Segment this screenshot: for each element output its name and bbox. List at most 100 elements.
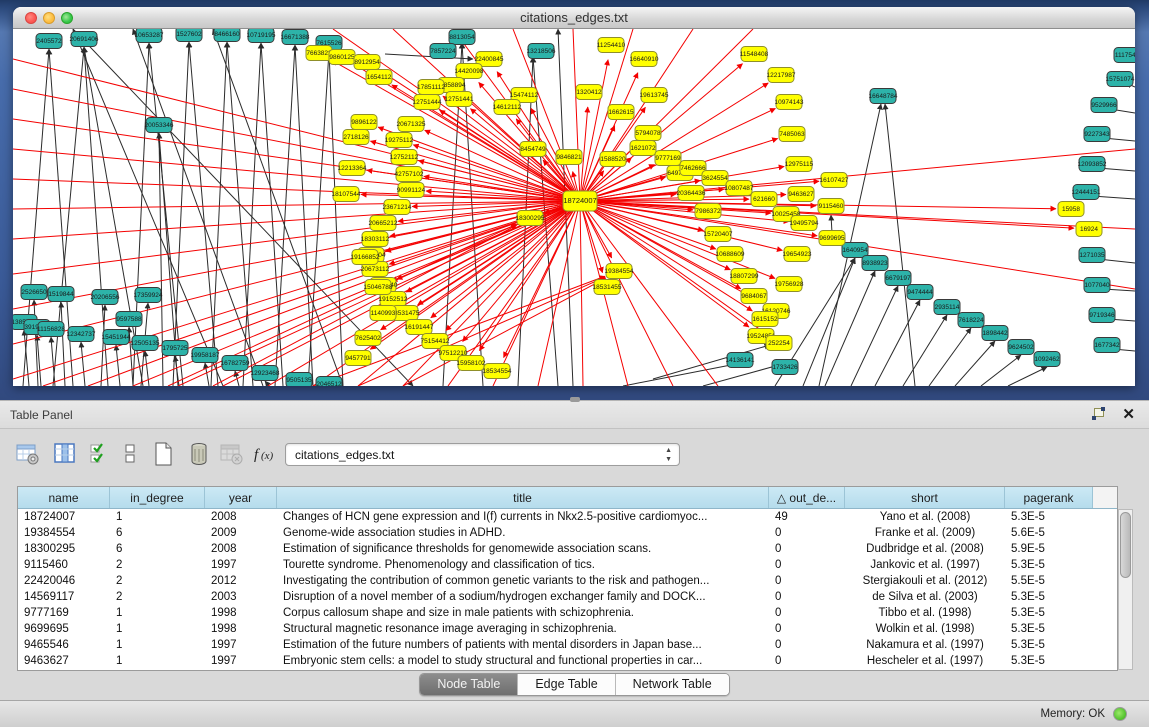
network-canvas-svg[interactable]: 2405572206914061065328715276028466160107…: [13, 29, 1135, 386]
graph-node[interactable]: 1117544: [1114, 48, 1135, 63]
graph-node[interactable]: 2718126: [343, 130, 369, 145]
graph-node[interactable]: 9846821: [556, 150, 582, 165]
graph-node[interactable]: 9860125: [329, 50, 355, 65]
graph-node[interactable]: 19958187: [191, 348, 220, 363]
graph-node[interactable]: 12505135: [131, 336, 160, 351]
graph-node[interactable]: 1527602: [176, 29, 202, 42]
graph-node[interactable]: 42757102: [395, 167, 424, 182]
column-header-title[interactable]: title: [277, 487, 769, 508]
graph-node[interactable]: 9529966: [1091, 98, 1117, 113]
graph-node[interactable]: 1662615: [608, 105, 634, 120]
table-row[interactable]: 1830029562008Estimation of significance …: [18, 541, 1117, 557]
graph-node[interactable]: 9896122: [351, 115, 377, 130]
graph-node[interactable]: 9719346: [1089, 308, 1115, 323]
graph-node[interactable]: 14612112: [493, 100, 522, 115]
network-table-select[interactable]: citations_edges.txt ▲▼: [285, 443, 680, 466]
graph-node[interactable]: 2526650: [21, 285, 47, 300]
graph-node[interactable]: 19654923: [783, 247, 812, 262]
graph-node[interactable]: 12975115: [785, 157, 814, 172]
graph-node-hub[interactable]: 18724007: [563, 191, 597, 211]
graph-node[interactable]: 1519844: [48, 287, 74, 302]
graph-node[interactable]: 1588520: [600, 152, 626, 167]
graph-node[interactable]: 1795725: [162, 341, 188, 356]
graph-node[interactable]: 18107544: [332, 187, 361, 202]
graph-node[interactable]: 19495794: [790, 216, 819, 231]
import-table-icon[interactable]: [218, 441, 245, 471]
graph-node[interactable]: 15046788: [364, 280, 393, 295]
column-visibility-icon[interactable]: [52, 441, 79, 471]
graph-node[interactable]: 7625402: [355, 331, 381, 346]
graph-node[interactable]: 12444151: [1072, 185, 1101, 200]
column-header-short[interactable]: short: [845, 487, 1005, 508]
graph-node[interactable]: 19275112: [385, 133, 414, 148]
graph-node[interactable]: 7986372: [695, 204, 721, 219]
graph-node[interactable]: 621660: [751, 192, 777, 207]
float-panel-icon[interactable]: [1092, 408, 1105, 420]
graph-node[interactable]: 9684067: [741, 289, 767, 304]
function-builder-icon[interactable]: f(x): [252, 441, 279, 471]
graph-node[interactable]: 11254410: [597, 38, 626, 53]
graph-node[interactable]: 20206556: [91, 290, 120, 305]
graph-node[interactable]: 9227343: [1084, 127, 1110, 142]
graph-node[interactable]: 11548408: [740, 47, 769, 62]
graph-node[interactable]: 8912954: [354, 55, 380, 70]
table-scrollbar[interactable]: [1118, 509, 1133, 670]
graph-node[interactable]: 16640910: [630, 52, 659, 67]
column-header-name[interactable]: name: [18, 487, 110, 508]
graph-node[interactable]: 12213364: [338, 161, 367, 176]
graph-node[interactable]: 16671388: [281, 30, 310, 45]
close-panel-icon[interactable]: ✕: [1122, 405, 1135, 423]
graph-node[interactable]: 2405572: [36, 34, 62, 49]
graph-node[interactable]: 20671325: [397, 117, 426, 132]
graph-node[interactable]: 17851112: [417, 80, 445, 95]
table-row[interactable]: 1872400712008Changes of HCN gene express…: [18, 509, 1117, 525]
graph-node[interactable]: 8466160: [214, 29, 240, 42]
graph-node[interactable]: 18807299: [730, 269, 759, 284]
graph-node[interactable]: 10807487: [725, 181, 754, 196]
graph-node[interactable]: 20053346: [145, 118, 174, 133]
graph-node[interactable]: 16107427: [820, 173, 849, 188]
graph-node[interactable]: 18534554: [483, 364, 512, 379]
tab-node-table[interactable]: Node Table: [420, 674, 518, 695]
graph-node[interactable]: 16782759: [221, 356, 250, 371]
graph-node[interactable]: 1677342: [1094, 338, 1120, 353]
graph-node[interactable]: 11156828: [37, 322, 65, 337]
graph-node[interactable]: 90991124: [397, 183, 426, 198]
graph-node[interactable]: 12752112: [390, 150, 419, 165]
graph-node[interactable]: 16191447: [405, 320, 434, 335]
graph-node[interactable]: 13218506: [527, 44, 556, 59]
graph-node[interactable]: 19756928: [775, 277, 804, 292]
tab-edge-table[interactable]: Edge Table: [518, 674, 615, 695]
graph-node[interactable]: 16924: [1076, 222, 1102, 237]
new-table-icon[interactable]: [150, 441, 177, 471]
graph-node[interactable]: 15751074: [1106, 72, 1135, 87]
graph-node[interactable]: 1615152: [752, 312, 778, 327]
graph-node[interactable]: 23671214: [383, 200, 412, 215]
graph-node[interactable]: 8813054: [449, 30, 475, 45]
graph-node[interactable]: 9597588: [116, 312, 142, 327]
graph-node[interactable]: 12217987: [767, 68, 796, 83]
graph-node[interactable]: 20364436: [677, 186, 706, 201]
table-row[interactable]: 946554611997Estimation of the future num…: [18, 637, 1117, 653]
graph-node[interactable]: 1654112: [366, 70, 392, 85]
graph-node[interactable]: 1140993: [370, 306, 396, 321]
graph-node[interactable]: 12751441: [445, 92, 474, 107]
table-scrollbar-thumb[interactable]: [1120, 512, 1131, 578]
graph-node[interactable]: 1320412: [576, 85, 602, 100]
graph-node[interactable]: 15720407: [704, 227, 733, 242]
graph-node[interactable]: 1640954: [842, 243, 868, 258]
column-header-pagerank[interactable]: pagerank: [1005, 487, 1093, 508]
graph-node[interactable]: 5794078: [635, 126, 661, 141]
window-titlebar[interactable]: citations_edges.txt: [13, 7, 1135, 29]
graph-node[interactable]: 15958: [1058, 202, 1084, 217]
table-row[interactable]: 911546021997Tourette syndrome. Phenomeno…: [18, 557, 1117, 573]
graph-node[interactable]: 1898442: [982, 326, 1008, 341]
graph-node[interactable]: 12923468: [251, 366, 280, 381]
table-row[interactable]: 1456911722003Disruption of a novel membe…: [18, 589, 1117, 605]
graph-node[interactable]: 1092462: [1034, 352, 1060, 367]
graph-node[interactable]: 10719195: [247, 29, 276, 43]
network-canvas[interactable]: 2405572206914061065328715276028466160107…: [13, 29, 1135, 386]
table-row[interactable]: 969969511998Structural magnetic resonanc…: [18, 621, 1117, 637]
row-selection-icon[interactable]: [88, 441, 115, 471]
graph-node[interactable]: 2935114: [934, 300, 960, 315]
